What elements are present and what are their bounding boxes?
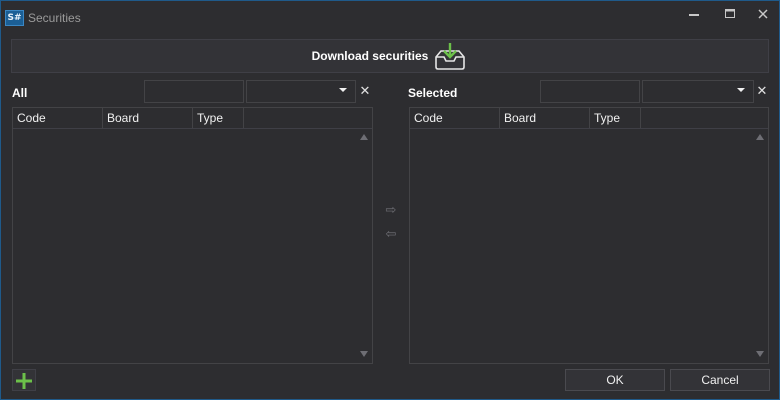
close-icon	[758, 9, 768, 19]
all-col-code[interactable]: Code	[13, 108, 103, 128]
remove-from-selected-button[interactable]: ⇦	[379, 225, 403, 243]
selected-col-board[interactable]: Board	[500, 108, 590, 128]
all-grid-scrollbar[interactable]	[356, 128, 372, 363]
cancel-button[interactable]: Cancel	[670, 369, 770, 391]
selected-type-filter-dropdown[interactable]	[642, 80, 754, 103]
chevron-down-icon	[737, 88, 745, 92]
all-clear-filter-button[interactable]: ✕	[358, 83, 372, 99]
plus-icon	[16, 373, 32, 389]
all-col-board[interactable]: Board	[103, 108, 193, 128]
maximize-button[interactable]	[717, 5, 743, 25]
close-button[interactable]	[750, 5, 776, 25]
all-type-filter-dropdown[interactable]	[246, 80, 356, 103]
selected-securities-grid[interactable]: Code Board Type	[409, 107, 769, 364]
add-to-selected-button[interactable]: ⇨	[379, 201, 403, 219]
add-security-button[interactable]	[12, 369, 36, 391]
selected-grid-header: Code Board Type	[410, 108, 768, 129]
download-button-content: Download securities	[312, 40, 469, 72]
ok-button[interactable]: OK	[565, 369, 665, 391]
window-title: Securities	[28, 11, 81, 25]
title-bar: S# Securities	[1, 1, 779, 33]
scroll-down-icon[interactable]	[360, 351, 368, 357]
all-col-type[interactable]: Type	[193, 108, 244, 128]
download-securities-button[interactable]: Download securities	[11, 39, 769, 73]
minimize-button[interactable]	[681, 5, 707, 25]
scroll-down-icon[interactable]	[756, 351, 764, 357]
selected-grid-scrollbar[interactable]	[752, 128, 768, 363]
all-panel-label: All	[12, 86, 28, 100]
selected-col-type[interactable]: Type	[590, 108, 641, 128]
scroll-up-icon[interactable]	[360, 134, 368, 140]
download-label: Download securities	[311, 49, 429, 63]
scroll-up-icon[interactable]	[756, 134, 764, 140]
app-logo-icon: S#	[5, 10, 24, 26]
all-search-input[interactable]	[144, 80, 244, 103]
download-tray-icon	[435, 43, 466, 70]
maximize-icon	[725, 9, 735, 18]
all-grid-header: Code Board Type	[13, 108, 372, 129]
selected-col-code[interactable]: Code	[410, 108, 500, 128]
selected-panel-label: Selected	[408, 86, 458, 100]
selected-search-input[interactable]	[540, 80, 640, 103]
minimize-icon	[689, 14, 699, 16]
all-securities-grid[interactable]: Code Board Type	[12, 107, 373, 364]
chevron-down-icon	[339, 88, 347, 92]
securities-window: S# Securities Download securities All ✕ …	[0, 0, 780, 400]
selected-clear-filter-button[interactable]: ✕	[755, 83, 769, 99]
